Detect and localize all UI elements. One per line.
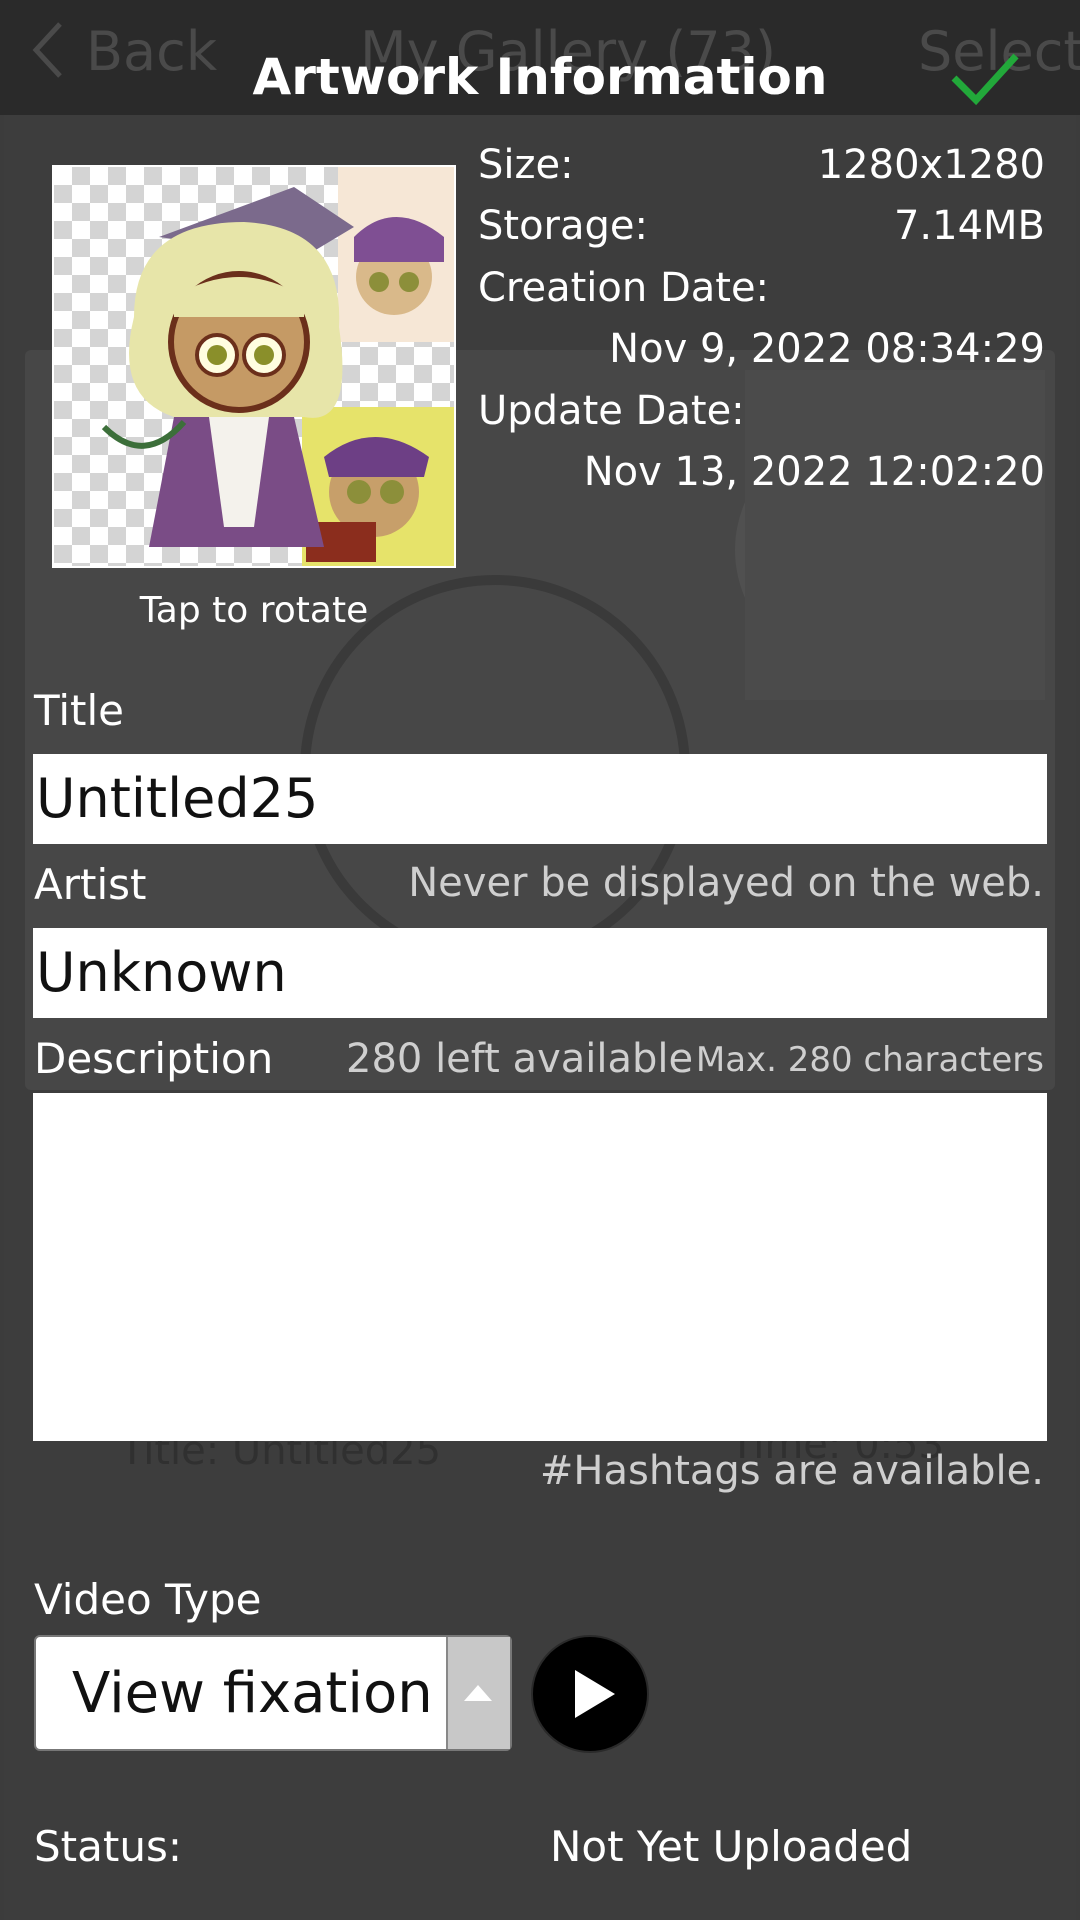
status-value: Not Yet Uploaded <box>550 1822 913 1871</box>
play-icon[interactable] <box>531 1635 649 1753</box>
creation-date-value: Nov 9, 2022 08:34:29 <box>609 326 1045 372</box>
description-remaining: 280 left available <box>346 1036 694 1082</box>
checkmark-icon[interactable] <box>950 48 1020 108</box>
description-textarea[interactable] <box>33 1093 1047 1441</box>
video-type-select[interactable]: View fixation <box>34 1635 512 1751</box>
artwork-thumbnail[interactable] <box>52 165 456 568</box>
title-input[interactable]: Untitled25 <box>33 754 1047 844</box>
artist-label: Artist <box>34 860 147 909</box>
status-label: Status: <box>34 1822 182 1871</box>
video-type-selected: View fixation <box>72 1661 433 1726</box>
storage-value: 7.14MB <box>893 203 1045 249</box>
update-date-label: Update Date: <box>478 388 745 434</box>
description-max: Max. 280 characters <box>695 1040 1044 1080</box>
artist-hint: Never be displayed on the web. <box>408 860 1044 906</box>
size-value: 1280x1280 <box>817 142 1045 188</box>
description-label: Description <box>34 1034 274 1083</box>
chevron-up-icon[interactable] <box>446 1637 510 1749</box>
update-date-value: Nov 13, 2022 12:02:20 <box>583 449 1045 495</box>
tap-to-rotate-label: Tap to rotate <box>139 590 369 631</box>
video-type-label: Video Type <box>34 1575 262 1624</box>
title-label: Title <box>34 686 125 735</box>
storage-label: Storage: <box>478 203 648 249</box>
hashtag-hint: #Hashtags are available. <box>539 1448 1044 1494</box>
size-label: Size: <box>478 142 574 188</box>
artist-input[interactable]: Unknown <box>33 928 1047 1018</box>
creation-date-label: Creation Date: <box>478 265 770 311</box>
dialog-title: Artwork Information <box>252 48 828 106</box>
